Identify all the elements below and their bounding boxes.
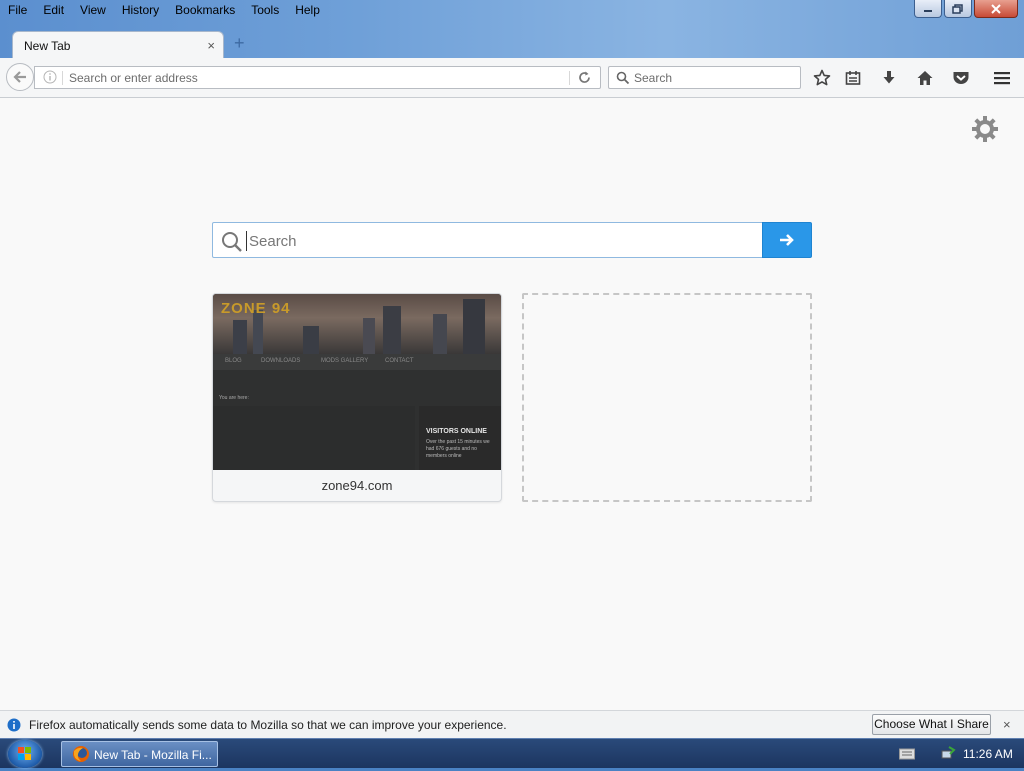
thumbnail-main-area	[213, 406, 415, 470]
open-menu-button[interactable]	[992, 68, 1012, 88]
window-title-bar: File Edit View History Bookmarks Tools H…	[0, 0, 1024, 58]
info-icon[interactable]	[43, 70, 57, 84]
pocket-button[interactable]	[951, 68, 971, 88]
new-tab-page: ZONE 94 BLOG DOWNLOADS MODS GALLERY CONT…	[0, 98, 1024, 710]
restore-icon	[952, 3, 963, 14]
thumbnail-breadcrumb: You are here:	[219, 395, 249, 401]
search-icon	[222, 232, 242, 252]
bookmark-star-button[interactable]	[812, 68, 832, 88]
bookmarks-menu-button[interactable]	[843, 68, 863, 88]
downloads-button[interactable]	[879, 68, 899, 88]
system-clock[interactable]: 11:26 AM	[963, 747, 1013, 761]
new-tab-search-input[interactable]	[246, 231, 749, 251]
address-bar[interactable]	[34, 66, 601, 89]
toolbar-search-input[interactable]	[634, 70, 794, 86]
thumbnail-nav-item: MODS GALLERY	[321, 358, 369, 364]
menu-edit[interactable]: Edit	[35, 0, 72, 20]
notification-bar: Firefox automatically sends some data to…	[0, 710, 1024, 738]
minimize-icon	[924, 9, 932, 12]
close-window-button[interactable]	[974, 0, 1018, 18]
home-button[interactable]	[915, 68, 935, 88]
hamburger-menu-icon	[994, 72, 1010, 85]
start-button[interactable]	[8, 740, 42, 768]
reload-divider	[569, 71, 570, 85]
top-site-tile[interactable]: ZONE 94 BLOG DOWNLOADS MODS GALLERY CONT…	[212, 293, 502, 502]
thumbnail-logo: ZONE 94	[221, 300, 291, 317]
close-icon	[991, 3, 1001, 14]
window-controls	[914, 0, 1018, 18]
thumbnail-nav-item: CONTACT	[385, 358, 414, 364]
site-thumbnail: ZONE 94 BLOG DOWNLOADS MODS GALLERY CONT…	[213, 294, 501, 470]
choose-what-i-share-button[interactable]: Choose What I Share	[872, 714, 991, 735]
new-tab-search-field[interactable]	[212, 222, 763, 258]
gear-icon[interactable]	[971, 115, 999, 143]
arrow-right-icon	[780, 234, 794, 246]
menu-bookmarks[interactable]: Bookmarks	[167, 0, 243, 20]
menu-file[interactable]: File	[0, 0, 35, 20]
keyboard-icon[interactable]	[899, 748, 915, 760]
notification-close-icon[interactable]: ×	[1003, 717, 1011, 732]
reload-icon[interactable]	[577, 70, 592, 85]
menu-view[interactable]: View	[72, 0, 114, 20]
new-tab-search-form	[212, 222, 812, 258]
info-icon	[7, 718, 21, 732]
empty-tile-placeholder	[522, 293, 812, 502]
home-icon	[917, 71, 933, 85]
windows-taskbar: New Tab - Mozilla Fi... 11:26 AM	[0, 738, 1024, 768]
taskbar-window-label: New Tab - Mozilla Fi...	[94, 748, 212, 762]
bookmarks-list-icon	[845, 71, 861, 85]
tab-new-tab[interactable]: New Tab ×	[12, 31, 224, 58]
thumbnail-widget-text: Over the past 15 minutes we had 676 gues…	[426, 439, 490, 459]
menu-bar: File Edit View History Bookmarks Tools H…	[0, 0, 328, 20]
menu-history[interactable]: History	[114, 0, 167, 20]
url-divider	[62, 71, 63, 85]
thumbnail-widget-title: VISITORS ONLINE	[426, 428, 487, 435]
search-icon	[616, 71, 630, 85]
pocket-icon	[953, 72, 969, 84]
menu-help[interactable]: Help	[287, 0, 328, 20]
thumbnail-nav-item: DOWNLOADS	[261, 358, 301, 364]
download-arrow-icon	[883, 71, 895, 84]
tile-title: zone94.com	[321, 478, 393, 493]
restore-button[interactable]	[944, 0, 972, 18]
thumbnail-sidebar	[419, 406, 501, 470]
minimize-button[interactable]	[914, 0, 942, 18]
thumbnail-nav-item: BLOG	[225, 358, 242, 364]
back-button[interactable]	[6, 63, 34, 91]
network-icon[interactable]	[940, 745, 956, 761]
tab-close-icon[interactable]: ×	[207, 38, 215, 53]
thumbnail-nav: BLOG DOWNLOADS MODS GALLERY CONTACT	[213, 354, 501, 370]
address-input[interactable]	[69, 70, 559, 86]
star-icon	[813, 69, 831, 86]
toolbar-search-bar[interactable]	[608, 66, 801, 89]
back-arrow-icon	[13, 71, 26, 83]
thumbnail-header: ZONE 94	[213, 294, 501, 354]
tab-title: New Tab	[24, 39, 71, 53]
taskbar-firefox-window[interactable]: New Tab - Mozilla Fi...	[61, 741, 218, 767]
search-go-button[interactable]	[762, 222, 812, 258]
notification-text: Firefox automatically sends some data to…	[29, 718, 507, 732]
menu-tools[interactable]: Tools	[243, 0, 287, 20]
navigation-toolbar	[0, 58, 1024, 98]
new-tab-button[interactable]: +	[234, 33, 245, 54]
firefox-icon	[73, 746, 89, 762]
windows-logo-icon	[18, 747, 31, 760]
